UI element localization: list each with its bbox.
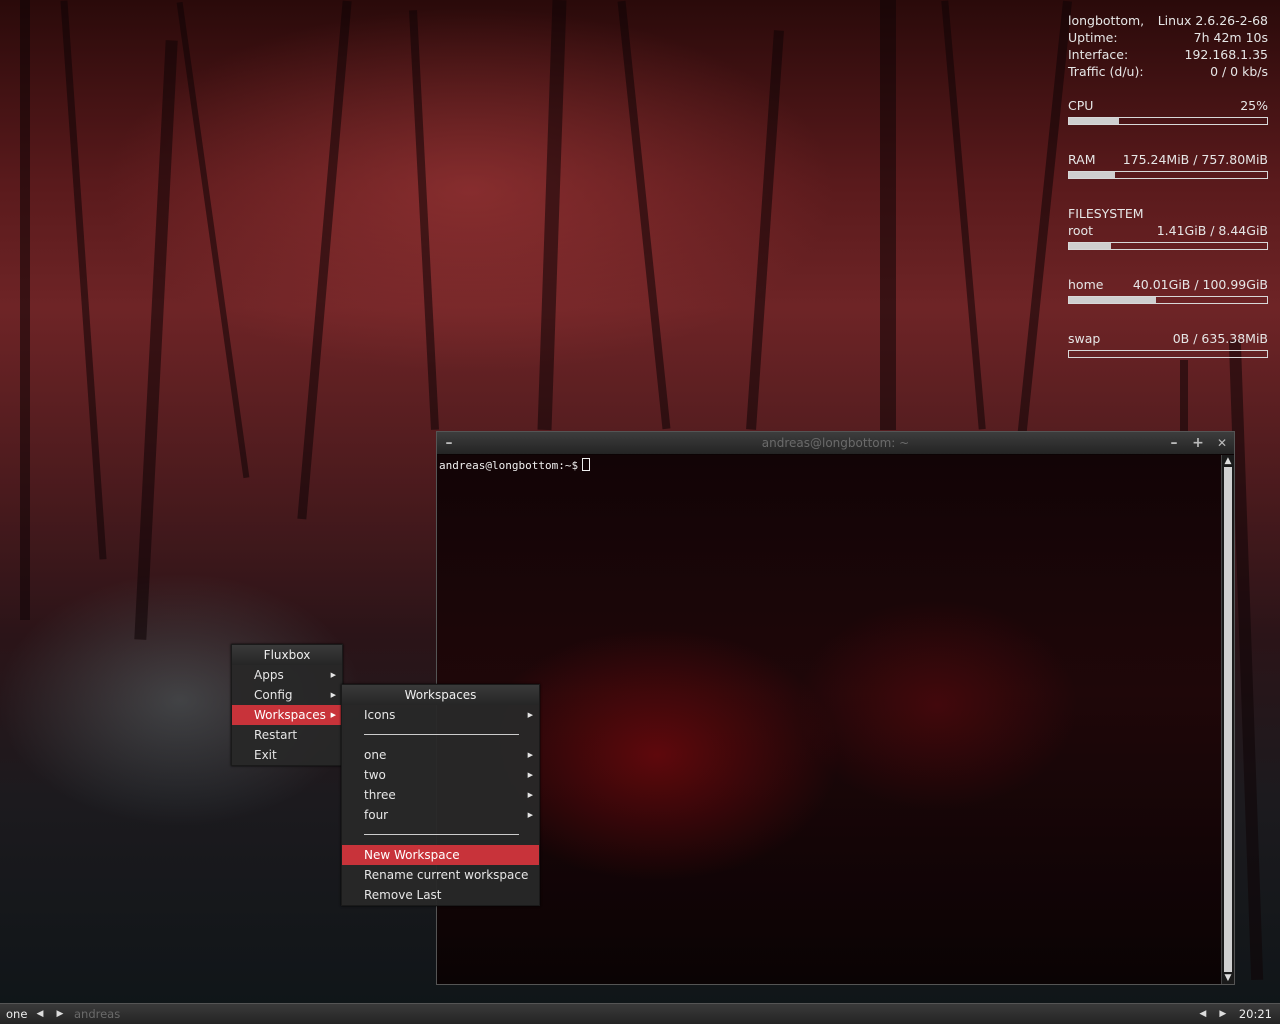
- shell-prompt: andreas@longbottom:~$: [439, 459, 579, 472]
- cpu-row: CPU 25%: [1068, 97, 1268, 114]
- filesystem-label: FILESYSTEM: [1068, 206, 1144, 221]
- root-row: root 1.41GiB / 8.44GiB: [1068, 222, 1268, 239]
- hostname: longbottom,: [1068, 13, 1145, 28]
- submenu-arrow-icon: ▶: [330, 691, 336, 699]
- prev-window-icon[interactable]: ◀: [1193, 1009, 1213, 1019]
- minimize-button[interactable]: –: [1166, 435, 1182, 451]
- uptime-value: 7h 42m 10s: [1193, 30, 1268, 45]
- kernel-version: Linux 2.6.26-2-68: [1157, 13, 1268, 28]
- interface-label: Interface:: [1068, 47, 1129, 62]
- submenu-arrow-icon: ▶: [527, 811, 533, 819]
- menu-item-icons[interactable]: Icons ▶: [342, 705, 539, 725]
- submenu-arrow-icon: ▶: [330, 671, 336, 679]
- menu-item-new-workspace[interactable]: New Workspace: [342, 845, 539, 865]
- menu-item-apps[interactable]: Apps ▶: [232, 665, 342, 685]
- prev-workspace-icon[interactable]: ◀: [30, 1009, 50, 1019]
- menu-item-restart[interactable]: Restart: [232, 725, 342, 745]
- home-bar: [1068, 296, 1268, 304]
- home-row: home 40.01GiB / 100.99GiB: [1068, 276, 1268, 293]
- swap-bar: [1068, 350, 1268, 358]
- menu-item-workspace-three[interactable]: three ▶: [342, 785, 539, 805]
- next-workspace-icon[interactable]: ▶: [50, 1009, 70, 1019]
- submenu-arrow-icon: ▶: [330, 711, 336, 719]
- submenu-arrow-icon: ▶: [527, 711, 533, 719]
- traffic-row: Traffic (d/u): 0 / 0 kb/s: [1068, 63, 1268, 80]
- uptime-row: Uptime: 7h 42m 10s: [1068, 29, 1268, 46]
- terminal-scrollbar[interactable]: ▲ ▼: [1221, 455, 1234, 984]
- interface-value: 192.168.1.35: [1184, 47, 1269, 62]
- shell-prompt-line: andreas@longbottom:~$: [437, 455, 1222, 475]
- menu-item-remove-last[interactable]: Remove Last: [342, 885, 539, 905]
- ram-label: RAM: [1068, 152, 1096, 167]
- fluxbox-toolbar: one ◀ ▶ andreas ◀ ▶ 20:21: [0, 1003, 1280, 1024]
- swap-value: 0B / 635.38MiB: [1172, 331, 1268, 346]
- uptime-label: Uptime:: [1068, 30, 1118, 45]
- workspace-name[interactable]: one: [0, 1007, 30, 1021]
- scroll-down-icon[interactable]: ▼: [1222, 972, 1234, 984]
- submenu-arrow-icon: ▶: [527, 771, 533, 779]
- ram-bar: [1068, 171, 1268, 179]
- terminal-window[interactable]: – andreas@longbottom: ~ – + ✕ andreas@lo…: [436, 431, 1235, 985]
- root-bar: [1068, 242, 1268, 250]
- host-row: longbottom, Linux 2.6.26-2-68: [1068, 12, 1268, 29]
- filesystem-heading: FILESYSTEM: [1068, 205, 1268, 222]
- cpu-value: 25%: [1240, 98, 1268, 113]
- cpu-bar: [1068, 117, 1268, 125]
- traffic-label: Traffic (d/u):: [1068, 64, 1144, 79]
- swap-row: swap 0B / 635.38MiB: [1068, 330, 1268, 347]
- root-label: root: [1068, 223, 1094, 238]
- root-value: 1.41GiB / 8.44GiB: [1156, 223, 1268, 238]
- system-monitor: longbottom, Linux 2.6.26-2-68 Uptime: 7h…: [1068, 12, 1268, 384]
- traffic-value: 0 / 0 kb/s: [1210, 64, 1268, 79]
- taskbar-item-terminal[interactable]: andreas: [74, 1007, 120, 1021]
- menu-item-workspace-four[interactable]: four ▶: [342, 805, 539, 825]
- scrollbar-thumb[interactable]: [1224, 467, 1232, 972]
- home-value: 40.01GiB / 100.99GiB: [1132, 277, 1268, 292]
- submenu-arrow-icon: ▶: [527, 751, 533, 759]
- close-button[interactable]: ✕: [1214, 435, 1230, 451]
- interface-row: Interface: 192.168.1.35: [1068, 46, 1268, 63]
- menu-item-rename-workspace[interactable]: Rename current workspace: [342, 865, 539, 885]
- next-window-icon[interactable]: ▶: [1213, 1009, 1233, 1019]
- root-menu: Fluxbox Apps ▶ Config ▶ Workspaces ▶ Restar…: [231, 644, 343, 766]
- menu-item-exit[interactable]: Exit: [232, 745, 342, 765]
- clock: 20:21: [1238, 1007, 1272, 1021]
- swap-label: swap: [1068, 331, 1101, 346]
- scroll-up-icon[interactable]: ▲: [1222, 455, 1234, 467]
- workspaces-menu-title: Workspaces: [342, 685, 539, 705]
- menu-item-workspace-two[interactable]: two ▶: [342, 765, 539, 785]
- terminal-titlebar[interactable]: – andreas@longbottom: ~ – + ✕: [437, 432, 1234, 454]
- text-cursor: [582, 458, 591, 471]
- home-label: home: [1068, 277, 1104, 292]
- window-title: andreas@longbottom: ~: [761, 436, 910, 450]
- root-menu-title: Fluxbox: [232, 645, 342, 665]
- ram-value: 175.24MiB / 757.80MiB: [1122, 152, 1268, 167]
- ram-row: RAM 175.24MiB / 757.80MiB: [1068, 151, 1268, 168]
- menu-item-workspaces[interactable]: Workspaces ▶: [232, 705, 342, 725]
- menu-item-workspace-one[interactable]: one ▶: [342, 745, 539, 765]
- maximize-button[interactable]: +: [1190, 435, 1206, 451]
- menu-separator: [342, 725, 539, 745]
- menu-item-config[interactable]: Config ▶: [232, 685, 342, 705]
- workspaces-submenu: Workspaces Icons ▶ one ▶ two ▶ three ▶ four ▶…: [341, 684, 540, 906]
- terminal-output[interactable]: andreas@longbottom:~$: [437, 455, 1222, 984]
- menu-separator: [342, 825, 539, 845]
- submenu-arrow-icon: ▶: [527, 791, 533, 799]
- cpu-label: CPU: [1068, 98, 1094, 113]
